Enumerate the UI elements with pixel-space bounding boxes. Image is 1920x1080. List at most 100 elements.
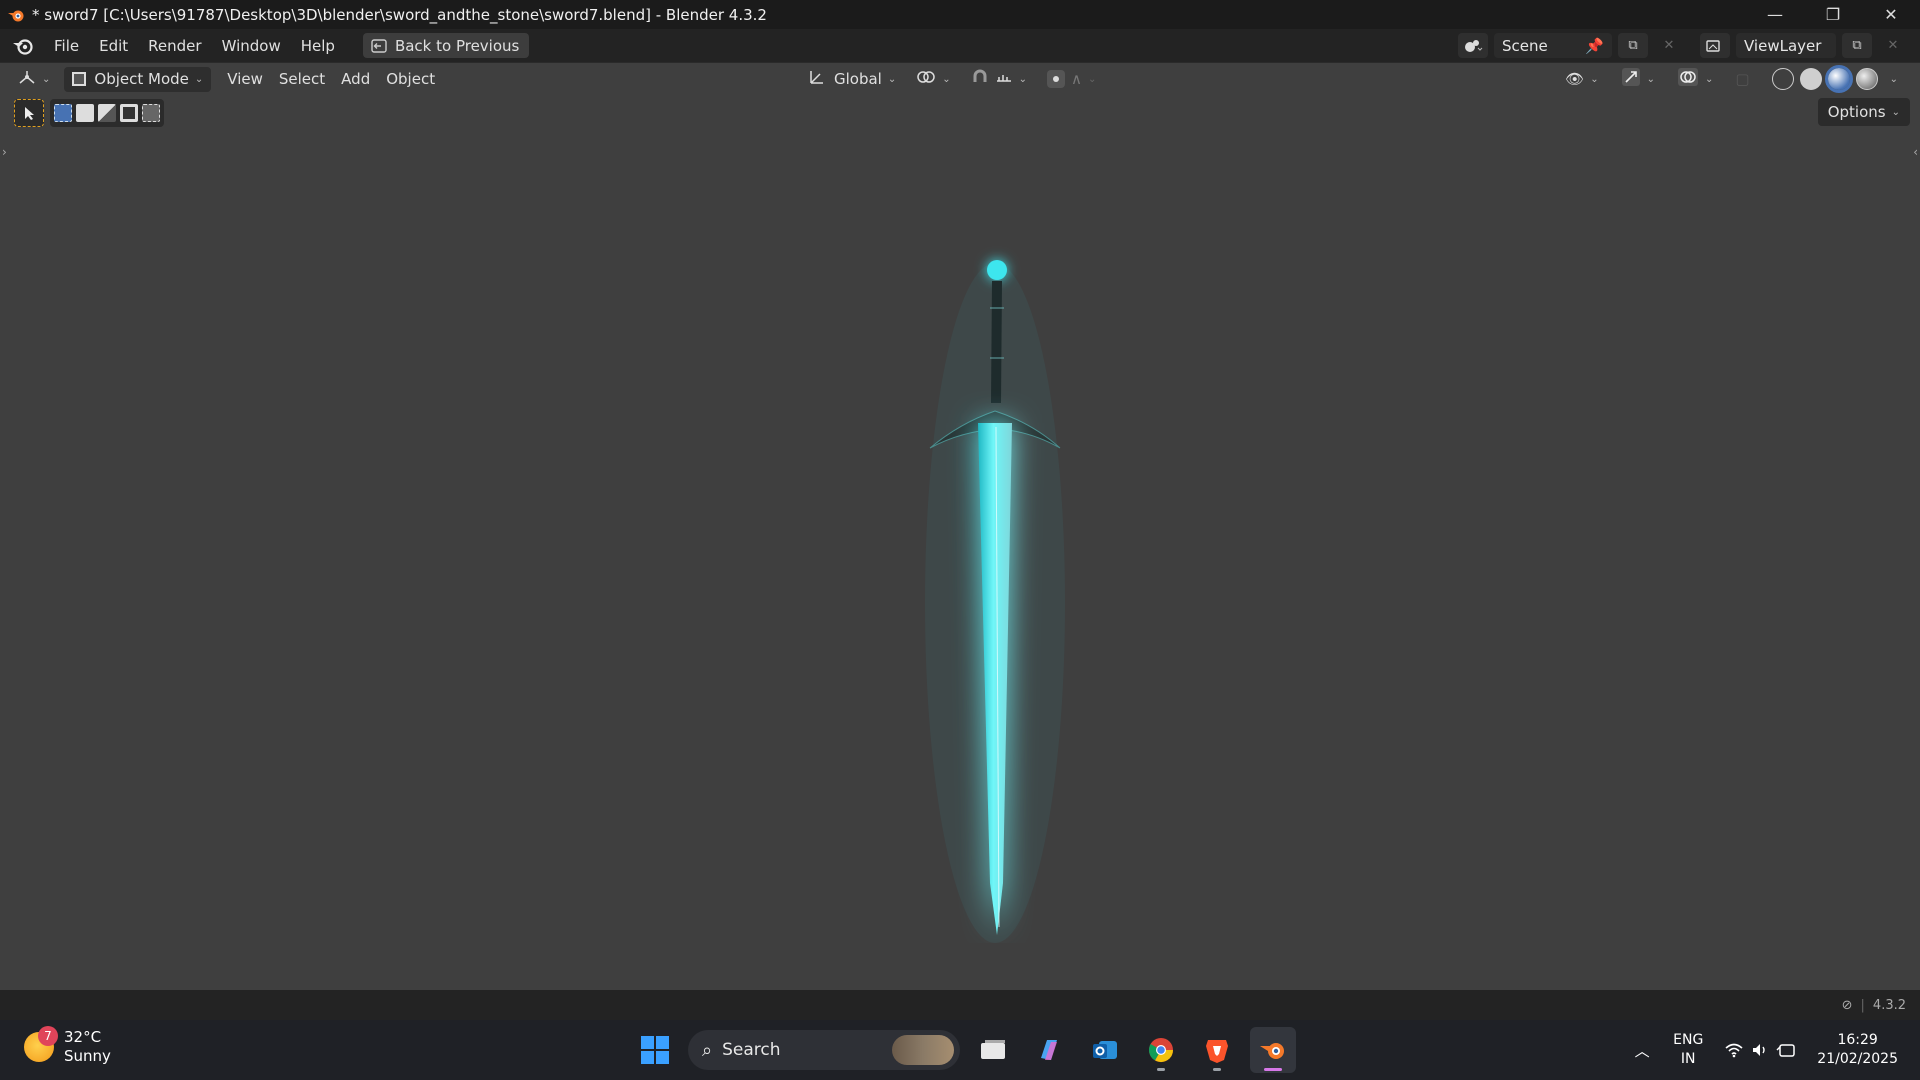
clock[interactable]: 16:29 21/02/2025 [1817, 1031, 1898, 1069]
weather-widget[interactable]: 7 32°C Sunny [24, 1026, 111, 1066]
blender-topbar: File Edit Render Window Help Back to Pre… [0, 29, 1920, 62]
chevron-down-icon[interactable]: ⌄ [1890, 74, 1898, 85]
windows-taskbar: 7 32°C Sunny ⌕ Search ︿ ENG IN 16:29 21/… [0, 1020, 1920, 1080]
gizmo-toggle[interactable]: ⌄ [1613, 67, 1663, 92]
weather-temp: 32°C [64, 1028, 102, 1046]
minimize-button[interactable]: — [1746, 0, 1804, 29]
copilot-app[interactable] [1026, 1027, 1072, 1073]
editor-type-icon [18, 69, 36, 89]
chevron-down-icon: ⌄ [194, 73, 204, 85]
object-mode-label: Object Mode [94, 70, 189, 88]
select-box-tool-icon[interactable] [14, 99, 44, 127]
scene-name-field[interactable]: Scene 📌 [1494, 33, 1612, 58]
blender-version: 4.3.2 [1872, 997, 1906, 1013]
menu-object[interactable]: Object [378, 67, 443, 92]
scene-name: Scene [1502, 36, 1548, 55]
snap-toggle[interactable]: ⌄ [963, 67, 1035, 92]
view-layer-field[interactable]: ViewLayer [1736, 33, 1836, 58]
wifi-icon[interactable] [1721, 1037, 1747, 1063]
intersect-selection-icon[interactable] [142, 104, 160, 122]
sun-weather-icon: 7 [24, 1026, 58, 1062]
language-code: ENG [1673, 1032, 1704, 1048]
menu-window[interactable]: Window [212, 37, 291, 55]
running-indicator [1213, 1068, 1221, 1071]
material-preview-shading-icon[interactable] [1824, 65, 1853, 93]
menu-select[interactable]: Select [271, 67, 333, 92]
scene-selector-area: Scene 📌 ⧉ ✕ ViewLayer ⧉ ✕ [1458, 29, 1908, 62]
visibility-dropdown[interactable]: 👁 ⌄ [1557, 67, 1606, 92]
battery-icon[interactable] [1773, 1037, 1799, 1063]
invert-selection-icon[interactable] [120, 104, 138, 122]
show-hidden-icons-chevron-icon[interactable]: ︿ [1629, 1037, 1655, 1063]
transform-orientation-label: Global [834, 70, 882, 88]
subtract-selection-icon[interactable] [98, 104, 116, 122]
scene-type-icon[interactable] [1458, 33, 1488, 58]
menu-help[interactable]: Help [291, 37, 345, 55]
object-mode-dropdown[interactable]: Object Mode ⌄ [64, 66, 212, 92]
restore-button[interactable]: ❐ [1804, 0, 1862, 29]
transform-orientation-dropdown[interactable]: Global ⌄ [800, 67, 904, 92]
pivot-point-button[interactable]: ⌄ [908, 67, 958, 92]
new-scene-icon[interactable]: ⧉ [1618, 33, 1648, 58]
outlook-app[interactable] [1082, 1027, 1128, 1073]
menu-file[interactable]: File [44, 37, 89, 55]
chevron-down-icon: ⌄ [1018, 73, 1028, 85]
delete-scene-icon[interactable]: ✕ [1654, 33, 1684, 58]
set-new-selection-icon[interactable] [54, 104, 72, 122]
overlays-icon [1677, 67, 1699, 91]
input-language[interactable]: ENG IN [1673, 1031, 1703, 1069]
xray-toggle[interactable]: ▢ [1727, 67, 1757, 92]
weather-badge: 7 [38, 1026, 58, 1046]
chevron-down-icon: ⌄ [1646, 73, 1656, 85]
chrome-app[interactable] [1138, 1027, 1184, 1073]
options-dropdown[interactable]: Options ⌄ [1817, 98, 1910, 126]
tool-settings-row [14, 99, 164, 127]
sword-model[interactable] [860, 183, 1120, 943]
solid-shading-icon[interactable] [1799, 68, 1822, 90]
view-layer-icon[interactable] [1700, 33, 1730, 58]
close-button[interactable]: ✕ [1862, 0, 1920, 29]
back-to-previous-label: Back to Previous [394, 36, 520, 55]
new-view-layer-icon[interactable]: ⧉ [1842, 33, 1872, 58]
extend-selection-icon[interactable] [76, 104, 94, 122]
task-view-button[interactable] [970, 1027, 1016, 1073]
pivot-icon [916, 69, 936, 89]
delete-view-layer-icon[interactable]: ✕ [1878, 33, 1908, 58]
wireframe-shading-icon[interactable] [1771, 68, 1794, 90]
blender-logo-icon[interactable] [10, 35, 36, 57]
toolbar-expand-arrow-icon[interactable]: › [2, 145, 7, 159]
search-icon: ⌕ [702, 1039, 713, 1061]
selection-mode-group [50, 99, 164, 127]
menu-render[interactable]: Render [138, 37, 211, 55]
menu-add[interactable]: Add [333, 67, 378, 92]
taskbar-apps: ⌕ Search [632, 1026, 1296, 1074]
copilot-icon [1041, 1040, 1057, 1060]
pin-icon[interactable]: 📌 [1585, 37, 1604, 55]
blender-taskbar-app[interactable] [1250, 1027, 1296, 1073]
rendered-shading-icon[interactable] [1855, 68, 1878, 90]
clock-date: 21/02/2025 [1817, 1051, 1898, 1067]
main-menu: File Edit Render Window Help Back to Pre… [10, 29, 530, 62]
start-button[interactable] [632, 1027, 678, 1073]
taskbar-search[interactable]: ⌕ Search [688, 1030, 960, 1070]
transform-tools: Global ⌄ ⌄ ⌄ ∧ ⌄ [800, 63, 1104, 95]
sidebar-expand-arrow-icon[interactable]: ‹ [1913, 145, 1918, 159]
task-view-icon [981, 1040, 1005, 1059]
menu-view[interactable]: View [219, 67, 271, 92]
brave-app[interactable] [1194, 1027, 1240, 1073]
window-title: * sword7 [C:\Users\91787\Desktop\3D\blen… [32, 5, 767, 24]
object-mode-icon [72, 72, 87, 86]
back-to-previous-button[interactable]: Back to Previous [362, 33, 530, 58]
chevron-down-icon: ⌄ [1891, 106, 1900, 118]
falloff-icon: ∧ [1071, 70, 1083, 88]
editor-type-button[interactable]: ⌄ [10, 67, 58, 92]
volume-icon[interactable] [1747, 1037, 1773, 1063]
3d-viewport[interactable]: ⌄ Object Mode ⌄ View Select Add Object G… [0, 62, 1920, 990]
overlays-toggle[interactable]: ⌄ [1669, 67, 1721, 92]
magnet-icon [971, 68, 989, 90]
proportional-editing-toggle[interactable]: ∧ ⌄ [1039, 67, 1104, 92]
region-code: IN [1680, 1051, 1696, 1067]
viewport-header: ⌄ Object Mode ⌄ View Select Add Object G… [0, 63, 1920, 95]
menu-edit[interactable]: Edit [89, 37, 138, 55]
eye-icon: 👁 [1565, 70, 1585, 88]
